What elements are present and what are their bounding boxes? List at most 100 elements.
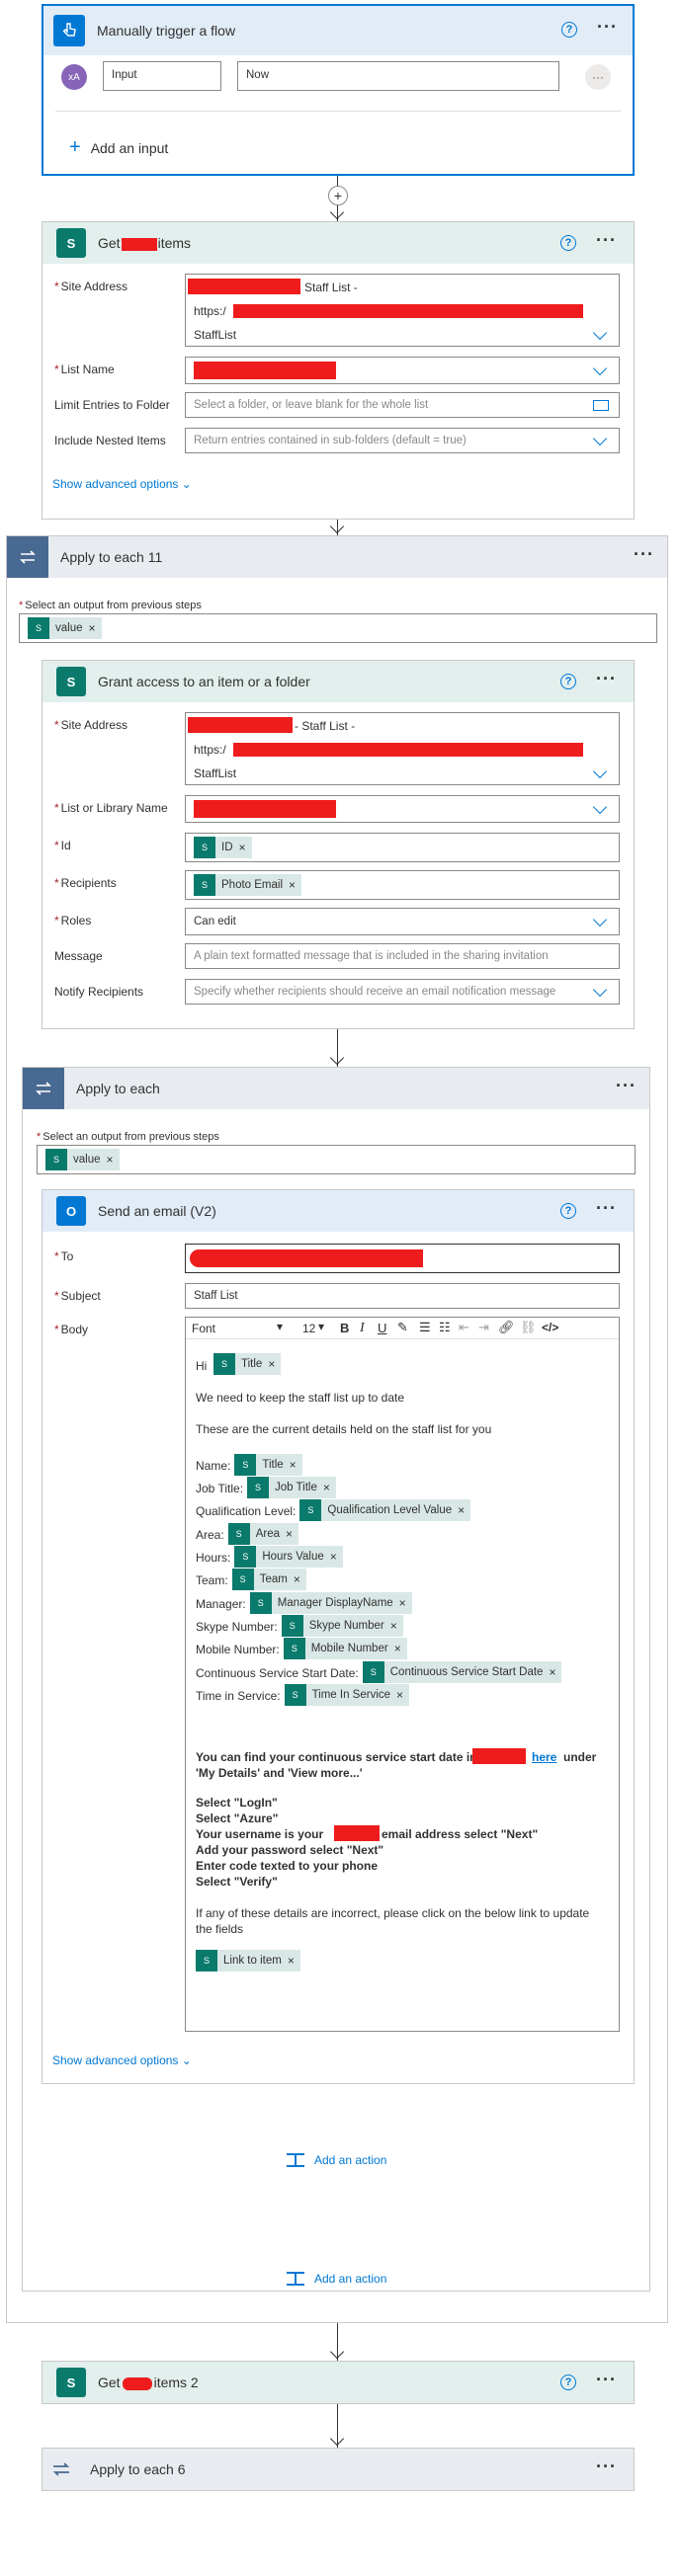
- help-icon[interactable]: ?: [560, 674, 576, 689]
- remove-token-icon[interactable]: ×: [239, 841, 246, 854]
- remove-token-icon[interactable]: ×: [89, 621, 96, 635]
- title-token[interactable]: S Title ×: [213, 1353, 282, 1375]
- limit-entries-field[interactable]: Select a folder, or leave blank for the …: [185, 392, 620, 418]
- remove-token-icon[interactable]: ×: [268, 1357, 275, 1371]
- detail-token[interactable]: S Job Title ×: [247, 1477, 336, 1498]
- chevron-down-icon[interactable]: [592, 764, 608, 779]
- detail-token[interactable]: S Area ×: [227, 1523, 298, 1545]
- select-output-field[interactable]: Svalue ×: [19, 613, 657, 643]
- more-options-icon[interactable]: ···: [596, 1199, 617, 1217]
- nested-items-field[interactable]: Return entries contained in sub-folders …: [185, 428, 620, 453]
- apply-each-6-header[interactable]: Apply to each 6: [42, 2449, 634, 2490]
- more-options-icon[interactable]: ···: [596, 2371, 617, 2388]
- detail-token[interactable]: S Skype Number ×: [281, 1615, 403, 1637]
- remove-token-icon[interactable]: ×: [390, 1619, 397, 1633]
- subject-field[interactable]: Staff List: [185, 1283, 620, 1309]
- get-items-header[interactable]: S Get items: [42, 222, 634, 264]
- chevron-down-icon[interactable]: [592, 431, 608, 446]
- font-size-select[interactable]: 12: [302, 1322, 315, 1335]
- get-items-2-header[interactable]: S Get items 2: [42, 2362, 634, 2403]
- more-options-icon[interactable]: ···: [616, 1077, 637, 1094]
- detail-token[interactable]: S Continuous Service Start Date ×: [362, 1661, 562, 1683]
- chevron-down-icon[interactable]: [592, 799, 608, 815]
- remove-token-icon[interactable]: ×: [458, 1503, 465, 1517]
- detail-token[interactable]: S Manager DisplayName ×: [249, 1592, 412, 1614]
- site-address-field[interactable]: Staff List - https:/ StaffList: [185, 274, 620, 347]
- bullet-list-icon[interactable]: ☰: [419, 1320, 431, 1335]
- roles-field[interactable]: Can edit: [185, 908, 620, 935]
- show-advanced-options[interactable]: Show advanced options ⌄: [52, 477, 192, 491]
- more-options-icon[interactable]: ···: [634, 545, 654, 563]
- grant-access-header[interactable]: S Grant access to an item or a folder: [42, 661, 634, 702]
- remove-token-icon[interactable]: ×: [399, 1596, 406, 1610]
- detail-token[interactable]: S Mobile Number ×: [283, 1638, 407, 1659]
- folder-icon[interactable]: [593, 400, 609, 411]
- here-link[interactable]: here: [532, 1750, 556, 1764]
- chevron-down-icon[interactable]: [592, 361, 608, 376]
- message-field[interactable]: A plain text formatted message that is i…: [185, 943, 620, 969]
- indent-icon[interactable]: ⇥: [478, 1320, 489, 1335]
- to-field[interactable]: [185, 1244, 620, 1273]
- remove-token-icon[interactable]: ×: [323, 1481, 330, 1494]
- more-options-icon[interactable]: ···: [596, 2457, 617, 2475]
- remove-token-icon[interactable]: ×: [396, 1688, 403, 1702]
- detail-token[interactable]: S Hours Value ×: [234, 1546, 343, 1568]
- notify-recipients-field[interactable]: Specify whether recipients should receiv…: [185, 979, 620, 1005]
- remove-token-icon[interactable]: ×: [107, 1153, 114, 1167]
- remove-token-icon[interactable]: ×: [286, 1527, 293, 1541]
- chevron-down-icon[interactable]: [592, 982, 608, 998]
- chevron-down-icon[interactable]: [592, 912, 608, 927]
- more-options-icon[interactable]: ···: [596, 231, 617, 249]
- show-advanced-options[interactable]: Show advanced options ⌄: [52, 2053, 192, 2067]
- chevron-down-icon[interactable]: ▾: [318, 1320, 324, 1333]
- help-icon[interactable]: ?: [560, 1203, 576, 1219]
- more-options-icon[interactable]: ···: [596, 670, 617, 687]
- outdent-icon[interactable]: ⇤: [459, 1320, 469, 1335]
- input-name-field[interactable]: Input: [103, 61, 221, 91]
- input-more-icon[interactable]: ···: [585, 64, 611, 90]
- remove-token-icon[interactable]: ×: [294, 1572, 300, 1586]
- more-options-icon[interactable]: ···: [597, 18, 618, 36]
- site-address-field[interactable]: - Staff List - https:/ StaffList: [185, 712, 620, 785]
- input-value-field[interactable]: Now: [237, 61, 559, 91]
- remove-token-icon[interactable]: ×: [394, 1642, 401, 1655]
- add-input-button[interactable]: + Add an input: [69, 136, 168, 159]
- link-icon[interactable]: 🔗︎: [498, 1320, 515, 1335]
- apply-each-11-header[interactable]: Apply to each 11: [7, 536, 667, 578]
- chevron-down-icon[interactable]: [592, 325, 608, 341]
- value-token[interactable]: Svalue ×: [28, 617, 102, 639]
- detail-token[interactable]: S Qualification Level Value ×: [299, 1499, 471, 1521]
- pen-icon[interactable]: ✎: [397, 1320, 408, 1335]
- photo-email-token[interactable]: S Photo Email ×: [194, 874, 302, 896]
- id-token[interactable]: S ID ×: [194, 837, 252, 858]
- get-items-2-card[interactable]: S Get items 2 ? ···: [42, 2361, 635, 2404]
- apply-each-6-card[interactable]: Apply to each 6 ···: [42, 2448, 635, 2491]
- link-to-item-token[interactable]: S Link to item ×: [196, 1950, 300, 1972]
- recipients-field[interactable]: S Photo Email ×: [185, 870, 620, 900]
- help-icon[interactable]: ?: [560, 235, 576, 251]
- help-icon[interactable]: ?: [560, 2375, 576, 2390]
- detail-token[interactable]: S Time In Service ×: [284, 1684, 410, 1706]
- remove-token-icon[interactable]: ×: [290, 1458, 297, 1472]
- id-field[interactable]: S ID ×: [185, 833, 620, 862]
- underline-button[interactable]: U: [378, 1321, 386, 1335]
- remove-token-icon[interactable]: ×: [289, 878, 296, 892]
- numbered-list-icon[interactable]: ☷: [439, 1320, 451, 1335]
- font-select[interactable]: Font: [192, 1322, 215, 1335]
- send-email-header[interactable]: O Send an email (V2): [42, 1190, 634, 1232]
- remove-token-icon[interactable]: ×: [330, 1550, 337, 1564]
- unlink-icon[interactable]: ⛓︎: [520, 1320, 537, 1335]
- list-name-field[interactable]: [185, 357, 620, 384]
- italic-button[interactable]: I: [360, 1321, 365, 1336]
- remove-token-icon[interactable]: ×: [549, 1665, 555, 1679]
- list-library-field[interactable]: [185, 795, 620, 823]
- body-editor[interactable]: Font ▾ 12 ▾ B I U ✎ ☰ ☷ ⇤ ⇥ 🔗︎ ⛓︎ </> Hi…: [185, 1317, 620, 2032]
- detail-token[interactable]: S Title ×: [234, 1454, 302, 1476]
- select-output-field[interactable]: Svalue ×: [37, 1145, 636, 1174]
- chevron-down-icon[interactable]: ▾: [277, 1320, 283, 1333]
- detail-token[interactable]: S Team ×: [231, 1569, 306, 1590]
- code-view-icon[interactable]: </>: [542, 1321, 558, 1334]
- trigger-header[interactable]: Manually trigger a flow: [43, 6, 633, 55]
- apply-each-header[interactable]: Apply to each: [23, 1068, 649, 1109]
- add-action-button[interactable]: Add an action: [287, 2272, 386, 2286]
